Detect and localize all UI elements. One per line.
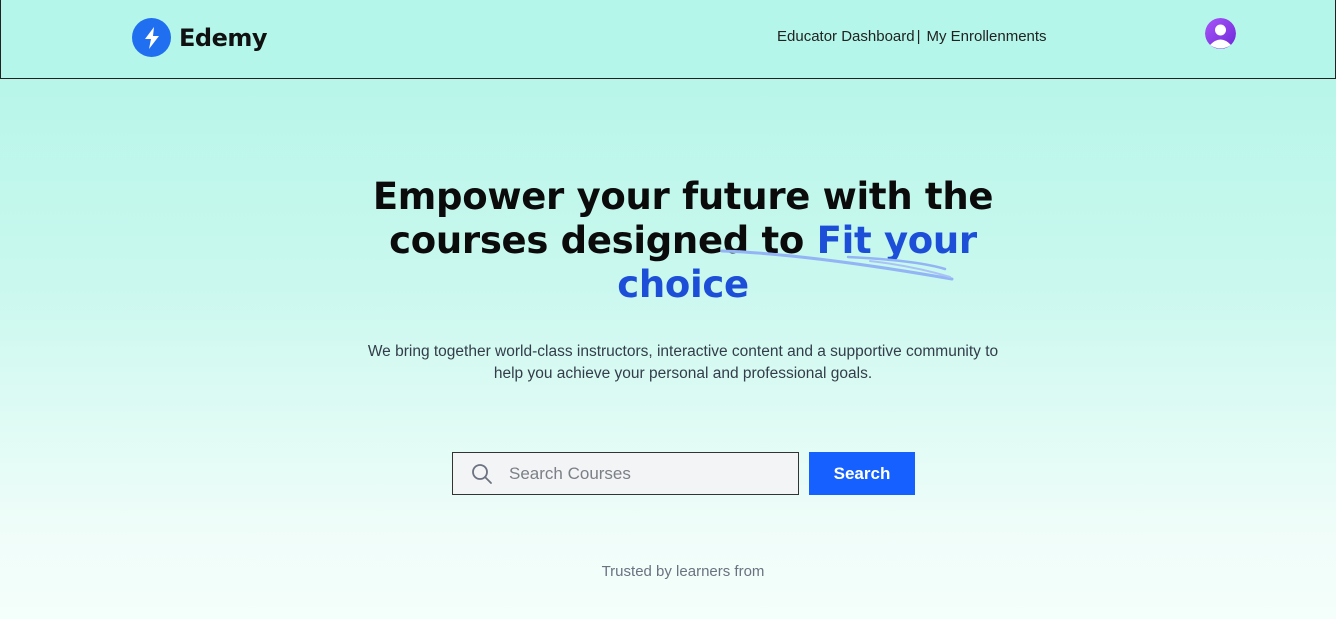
user-avatar-icon[interactable] (1205, 18, 1236, 49)
hero-title: Empower your future with the courses des… (318, 175, 1048, 307)
search-input[interactable] (507, 462, 781, 485)
search-icon (471, 463, 493, 485)
nav-links: Educator Dashboard | My Enrollenments (777, 28, 1047, 45)
hero-subtitle: We bring together world-class instructor… (367, 342, 999, 382)
navbar: Edemy Educator Dashboard | My Enrollenme… (0, 0, 1336, 79)
trusted-by-text: Trusted by learners from (601, 563, 765, 580)
educator-dashboard-link[interactable]: Educator Dashboard (777, 28, 915, 45)
search-bar (452, 452, 799, 495)
lightning-bolt-icon (132, 18, 171, 57)
my-enrollments-link[interactable]: My Enrollenments (927, 28, 1047, 45)
logo-text: Edemy (179, 23, 268, 52)
underline-sketch-icon (720, 249, 954, 281)
nav-separator: | (916, 28, 921, 45)
logo[interactable]: Edemy (132, 18, 268, 57)
search-button[interactable]: Search (809, 452, 915, 495)
